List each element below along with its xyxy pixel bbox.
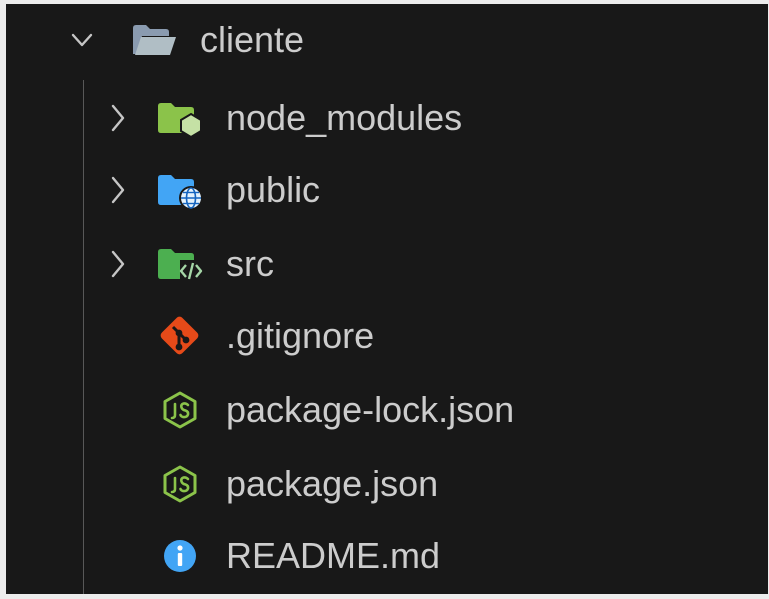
tree-item-src[interactable]: src xyxy=(6,230,768,302)
tree-item-label: README.md xyxy=(226,535,441,576)
tree-item-label: .gitignore xyxy=(226,315,375,356)
chevron-right-icon[interactable] xyxy=(106,172,130,208)
folder-src-icon xyxy=(158,249,203,282)
chevron-right-icon[interactable] xyxy=(106,100,130,136)
folder-public-icon xyxy=(158,175,203,210)
chevron-down-icon[interactable] xyxy=(70,22,94,58)
tree-item-package-json[interactable]: package.json xyxy=(6,450,768,522)
tree-item-label: package.json xyxy=(226,463,439,504)
tree-item-readme-md[interactable]: README.md xyxy=(6,522,768,594)
tree-item-label: node_modules xyxy=(226,97,463,138)
tree-item-label: src xyxy=(226,243,274,284)
nodejs-icon xyxy=(163,465,197,503)
tree-item-label: cliente xyxy=(200,19,305,60)
folder-open-icon xyxy=(133,25,176,55)
tree-item-package-lock-json[interactable]: package-lock.json xyxy=(6,376,768,448)
tree-item-public[interactable]: public xyxy=(6,156,768,228)
git-icon xyxy=(160,316,199,355)
tree-item-node-modules[interactable]: node_modules xyxy=(6,84,768,156)
tree-item-label: package-lock.json xyxy=(226,389,515,430)
tree-item-gitignore[interactable]: .gitignore xyxy=(6,302,768,374)
info-icon xyxy=(164,540,196,572)
file-explorer: cliente node_modules public src .gitigno… xyxy=(6,4,768,594)
tree-item-cliente[interactable]: cliente xyxy=(6,6,768,78)
nodejs-icon xyxy=(163,391,197,429)
chevron-right-icon[interactable] xyxy=(106,246,130,282)
folder-node-icon xyxy=(158,103,202,138)
tree-item-label: public xyxy=(226,169,321,210)
